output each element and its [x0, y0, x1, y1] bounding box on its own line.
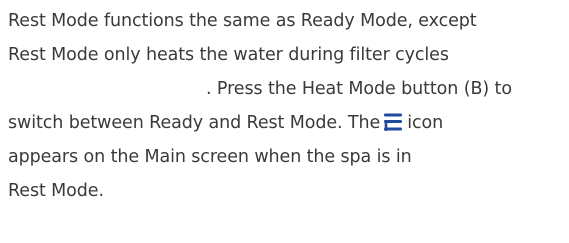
- text-line-4: switch between Ready and Rest Mode. The: [8, 113, 381, 133]
- rest-mode-icon-svg: [384, 113, 403, 132]
- text-line-3: . Press the Heat Mode button (B) to: [206, 79, 512, 99]
- text-line-6: Rest Mode.: [8, 181, 104, 201]
- paragraph-rest-mode: Rest Mode functions the same as Ready Mo…: [8, 4, 564, 208]
- text-line-3-wrapper: . Press the Heat Mode button (B) to: [8, 72, 564, 106]
- rest-mode-icon: [383, 109, 403, 132]
- text-line-4-wrapper: switch between Ready and Rest Mode. The …: [8, 106, 564, 140]
- text-line-5: appears on the Main screen when the spa …: [8, 147, 412, 167]
- text-line-1: Rest Mode functions the same as Ready Mo…: [8, 11, 477, 31]
- text-line-2: Rest Mode only heats the water during fi…: [8, 45, 449, 65]
- text-line-4-tail: icon: [407, 113, 444, 133]
